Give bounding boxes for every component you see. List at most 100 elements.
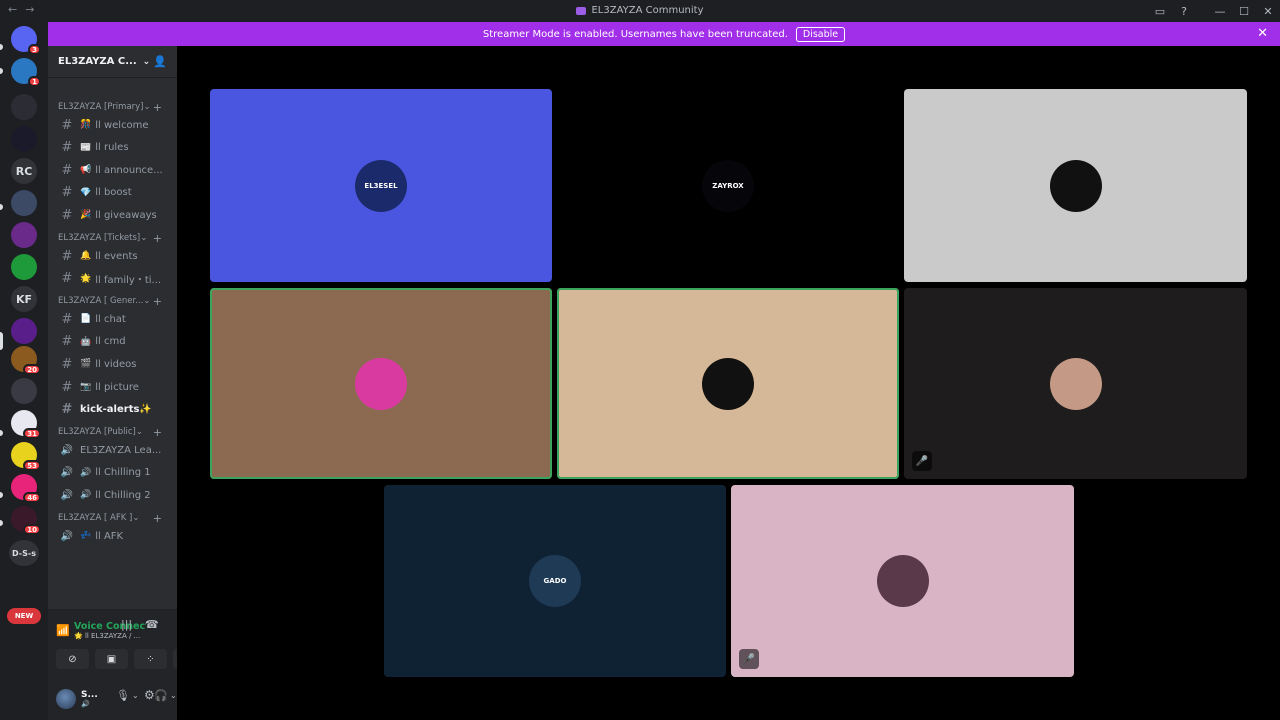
channel-item[interactable]: # 🔔 ll events bbox=[58, 246, 171, 266]
guild-7-server-icon[interactable] bbox=[11, 254, 37, 280]
unread-pill bbox=[0, 492, 3, 498]
channel-item[interactable]: # 📢 ll announce... bbox=[58, 160, 171, 180]
voice-status[interactable]: Voice Connected bbox=[74, 621, 146, 632]
guild-14-server-icon[interactable]: 46 bbox=[11, 474, 41, 503]
inbox-icon[interactable]: ▭ bbox=[1148, 5, 1172, 18]
unread-pill bbox=[0, 68, 3, 74]
guild-11-server-icon[interactable] bbox=[11, 378, 37, 404]
guild-8-server-icon[interactable]: KF bbox=[11, 286, 37, 312]
category-header[interactable]: EL3ZAYZA [ AFK ] ⌄ + bbox=[58, 512, 170, 525]
disconnect-icon[interactable]: ☎ bbox=[145, 618, 159, 631]
channel-item[interactable]: 🔊 🔊 ll Chilling 1 bbox=[58, 463, 171, 483]
create-channel-icon[interactable]: + bbox=[153, 295, 162, 308]
avatar-text: GADO bbox=[543, 577, 567, 585]
voice-location[interactable]: 🌟 ll EL3ZAYZA / ... bbox=[74, 632, 146, 640]
minimize-button[interactable]: — bbox=[1208, 5, 1232, 18]
new-badge[interactable]: NEW bbox=[7, 608, 41, 624]
close-window-button[interactable]: ✕ bbox=[1256, 5, 1280, 18]
guild-13-server-icon[interactable]: 53 bbox=[11, 442, 41, 471]
channel-name: ll AFK bbox=[95, 530, 124, 542]
create-channel-icon[interactable]: + bbox=[153, 426, 162, 439]
microphone-icon[interactable]: 🎙 bbox=[116, 689, 130, 702]
channel-item[interactable]: # 📰 ll rules bbox=[58, 138, 171, 158]
guild-12-server-icon[interactable]: 31 bbox=[11, 410, 41, 439]
mention-badge: 53 bbox=[23, 460, 41, 471]
guild-6-server-icon[interactable] bbox=[11, 222, 37, 248]
channel-item[interactable]: # 🎊 ll welcome bbox=[58, 115, 171, 135]
guild-3-server-icon[interactable] bbox=[11, 126, 37, 152]
help-icon[interactable]: ? bbox=[1172, 5, 1196, 18]
participant-tile[interactable]: 🎤 bbox=[731, 485, 1074, 677]
channel-item[interactable]: # 💎 ll boost bbox=[58, 183, 171, 203]
signal-icon[interactable]: 📶 bbox=[56, 624, 70, 637]
channel-item[interactable]: # 📄 ll chat bbox=[58, 309, 171, 329]
headphones-icon[interactable]: 🎧 bbox=[154, 689, 168, 702]
guild-5-server-icon[interactable] bbox=[11, 190, 37, 216]
hash-icon: # bbox=[61, 117, 73, 133]
create-channel-icon[interactable]: + bbox=[153, 232, 162, 245]
channel-item[interactable]: # 📷 ll picture bbox=[58, 377, 171, 397]
guild-10-server-icon[interactable]: 20 bbox=[11, 346, 41, 375]
channel-item[interactable]: # 🌟 ll family・ti... bbox=[58, 269, 171, 289]
close-banner-icon[interactable]: ✕ bbox=[1257, 26, 1268, 41]
hash-icon: # bbox=[61, 311, 73, 327]
hash-icon: # bbox=[61, 402, 73, 418]
invite-people-icon[interactable]: 👤 bbox=[153, 55, 167, 68]
window-controls: ▭ ? — ☐ ✕ bbox=[1148, 0, 1280, 22]
category-header[interactable]: EL3ZAYZA [Public] ⌄ + bbox=[58, 426, 170, 439]
camera-off-button[interactable]: ⊘ bbox=[56, 649, 89, 669]
guild-1-server-icon[interactable]: 1 bbox=[11, 58, 41, 87]
channel-emoji: 📷 bbox=[80, 382, 92, 392]
guild-2-server-icon[interactable] bbox=[11, 94, 37, 120]
channel-item[interactable]: # kick-alerts✨ bbox=[58, 400, 171, 420]
avatar: EL3ESEL bbox=[355, 159, 407, 212]
server-header[interactable]: EL3ZAYZA C... ⌄ 👤 bbox=[48, 46, 177, 78]
participant-tile[interactable]: GADO bbox=[384, 485, 726, 677]
category-header[interactable]: EL3ZAYZA [Tickets] ⌄ + bbox=[58, 232, 170, 245]
guild-15-server-icon[interactable]: 10 bbox=[11, 506, 41, 535]
chevron-down-icon[interactable]: ⌄ bbox=[132, 691, 139, 700]
avatar-text: EL3ESEL bbox=[364, 181, 398, 190]
guild-16-server-icon[interactable]: D-S-s bbox=[9, 540, 39, 566]
chevron-down-icon[interactable]: ⌄ bbox=[170, 691, 177, 700]
create-channel-icon[interactable]: + bbox=[153, 512, 162, 525]
participant-tile[interactable] bbox=[210, 288, 552, 479]
channel-emoji: 📄 bbox=[80, 314, 92, 325]
participant-tile[interactable] bbox=[557, 288, 899, 479]
category-header[interactable]: EL3ZAYZA [ Gener... ⌄ + bbox=[58, 295, 170, 308]
category-name: EL3ZAYZA [ AFK ] bbox=[58, 513, 133, 523]
disable-streamer-mode-button[interactable]: Disable bbox=[795, 26, 846, 42]
guild-9-server-icon[interactable] bbox=[11, 318, 37, 344]
channel-item[interactable]: # 🎬 ll videos bbox=[58, 354, 171, 374]
settings-gear-icon[interactable]: ⚙ bbox=[144, 688, 155, 702]
channel-item[interactable]: # 🎉 ll giveaways bbox=[58, 205, 171, 225]
channel-emoji: 🔊 bbox=[80, 490, 92, 501]
channel-item[interactable]: 🔊 💤 ll AFK bbox=[58, 526, 171, 546]
channel-item[interactable]: 🔊 EL3ZAYZA Lea... bbox=[58, 440, 171, 460]
create-channel-icon[interactable]: + bbox=[153, 101, 162, 114]
muted-mic-icon: 🎤 bbox=[739, 649, 759, 669]
participant-tile[interactable]: 🎤 bbox=[904, 288, 1247, 479]
channel-item[interactable]: 🔊 🔊 ll Chilling 2 bbox=[58, 485, 171, 505]
guild-label: RC bbox=[15, 164, 33, 178]
activities-button[interactable]: ⁘ bbox=[134, 649, 167, 669]
participant-tile[interactable] bbox=[904, 89, 1247, 282]
guild-label: D-S-s bbox=[12, 548, 36, 558]
channel-emoji: 🌟 bbox=[80, 273, 92, 284]
guild-4-server-icon[interactable]: RC bbox=[11, 158, 37, 184]
maximize-button[interactable]: ☐ bbox=[1232, 5, 1256, 18]
noise-suppression-icon[interactable]: ||| bbox=[121, 618, 132, 631]
participant-tile[interactable]: ZAYROX bbox=[557, 89, 899, 282]
channel-item[interactable]: # 🤖 ll cmd bbox=[58, 332, 171, 352]
username[interactable]: S... bbox=[81, 690, 98, 700]
screen-share-button[interactable]: ▣ bbox=[95, 649, 128, 669]
channel-emoji: 🔔 bbox=[80, 251, 92, 261]
hash-icon: # bbox=[61, 356, 73, 372]
guild-0-discord-home-icon[interactable]: 3 bbox=[11, 26, 41, 55]
avatar[interactable] bbox=[56, 688, 76, 709]
streamer-mode-banner: Streamer Mode is enabled. Usernames have… bbox=[48, 22, 1280, 46]
mention-badge: 31 bbox=[23, 428, 41, 439]
channel-emoji: 🤖 bbox=[80, 336, 92, 347]
participant-tile[interactable]: EL3ESEL bbox=[210, 89, 552, 282]
category-header[interactable]: EL3ZAYZA [Primary] ⌄ + bbox=[58, 101, 170, 114]
